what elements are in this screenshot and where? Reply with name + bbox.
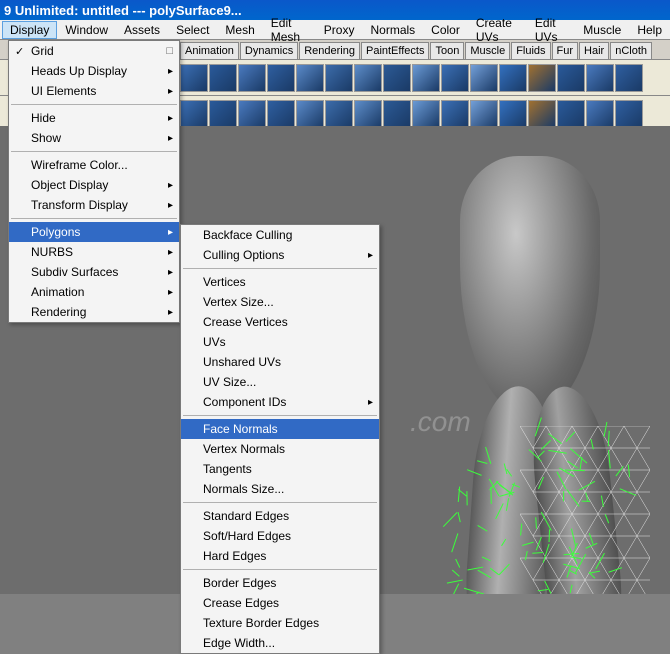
shelf-tab-toon[interactable]: Toon bbox=[430, 42, 464, 59]
shelf-icon[interactable] bbox=[557, 64, 585, 92]
menu-edit-uvs[interactable]: Edit UVs bbox=[527, 14, 575, 46]
shelf-icon[interactable] bbox=[470, 100, 498, 128]
menu-item-culling-options[interactable]: Culling Options bbox=[181, 245, 379, 265]
shelf-tab-rendering[interactable]: Rendering bbox=[299, 42, 360, 59]
shelf-tab-hair[interactable]: Hair bbox=[579, 42, 609, 59]
menu-item-grid[interactable]: Grid bbox=[9, 41, 179, 61]
menu-item-show[interactable]: Show bbox=[9, 128, 179, 148]
menu-display[interactable]: Display bbox=[2, 21, 57, 39]
shelf-tab-muscle[interactable]: Muscle bbox=[465, 42, 510, 59]
mesh-polysurface9[interactable] bbox=[400, 156, 660, 594]
menu-edit-mesh[interactable]: Edit Mesh bbox=[263, 14, 316, 46]
menu-item-polygons[interactable]: Polygons bbox=[9, 222, 179, 242]
menu-select[interactable]: Select bbox=[168, 21, 217, 39]
menu-item-hide[interactable]: Hide bbox=[9, 108, 179, 128]
shelf-icon[interactable] bbox=[470, 64, 498, 92]
menu-assets[interactable]: Assets bbox=[116, 21, 168, 39]
shelf-icon[interactable] bbox=[412, 64, 440, 92]
wireframe-overlay bbox=[520, 426, 650, 594]
shelf-icon[interactable] bbox=[325, 64, 353, 92]
menu-normals[interactable]: Normals bbox=[362, 21, 423, 39]
shelf-tab-dynamics[interactable]: Dynamics bbox=[240, 42, 298, 59]
shelf-icon[interactable] bbox=[557, 100, 585, 128]
watermark-text: .com bbox=[410, 406, 471, 438]
menu-create-uvs[interactable]: Create UVs bbox=[468, 14, 527, 46]
shelf-icon[interactable] bbox=[499, 64, 527, 92]
shelf-icon[interactable] bbox=[238, 64, 266, 92]
shelf-icon[interactable] bbox=[354, 64, 382, 92]
menu-item-rendering[interactable]: Rendering bbox=[9, 302, 179, 322]
menu-item-object-display[interactable]: Object Display bbox=[9, 175, 179, 195]
menu-item-nurbs[interactable]: NURBS bbox=[9, 242, 179, 262]
menu-window[interactable]: Window bbox=[57, 21, 116, 39]
menu-help[interactable]: Help bbox=[629, 21, 670, 39]
shelf-icon[interactable] bbox=[528, 64, 556, 92]
menu-item-standard-edges[interactable]: Standard Edges bbox=[181, 506, 379, 526]
shelf-icon[interactable] bbox=[238, 100, 266, 128]
menu-mesh[interactable]: Mesh bbox=[217, 21, 262, 39]
menu-item-animation[interactable]: Animation bbox=[9, 282, 179, 302]
shelf-tab-fur[interactable]: Fur bbox=[552, 42, 579, 59]
shelf-icon[interactable] bbox=[586, 100, 614, 128]
menu-item-crease-vertices[interactable]: Crease Vertices bbox=[181, 312, 379, 332]
menu-item-hard-edges[interactable]: Hard Edges bbox=[181, 546, 379, 566]
shelf-tab-animation[interactable]: Animation bbox=[180, 42, 239, 59]
menu-item-uvs[interactable]: UVs bbox=[181, 332, 379, 352]
shelf-icon[interactable] bbox=[209, 100, 237, 128]
shelf-icon[interactable] bbox=[383, 100, 411, 128]
menu-item-vertex-size[interactable]: Vertex Size... bbox=[181, 292, 379, 312]
shelf-icon[interactable] bbox=[296, 100, 324, 128]
shelf-icon[interactable] bbox=[267, 100, 295, 128]
menu-item-component-ids[interactable]: Component IDs bbox=[181, 392, 379, 412]
menu-item-vertex-normals[interactable]: Vertex Normals bbox=[181, 439, 379, 459]
menu-item-normals-size[interactable]: Normals Size... bbox=[181, 479, 379, 499]
shelf-icon[interactable] bbox=[412, 100, 440, 128]
menu-item-soft-hard-edges[interactable]: Soft/Hard Edges bbox=[181, 526, 379, 546]
menu-item-edge-width[interactable]: Edge Width... bbox=[181, 633, 379, 653]
menu-item-wireframe-color[interactable]: Wireframe Color... bbox=[9, 155, 179, 175]
menu-color[interactable]: Color bbox=[423, 21, 468, 39]
menu-item-face-normals[interactable]: Face Normals bbox=[181, 419, 379, 439]
shelf-icon[interactable] bbox=[180, 64, 208, 92]
menu-item-tangents[interactable]: Tangents bbox=[181, 459, 379, 479]
shelf-icon[interactable] bbox=[180, 100, 208, 128]
menu-item-texture-border-edges[interactable]: Texture Border Edges bbox=[181, 613, 379, 633]
display-menu-dropdown: GridHeads Up DisplayUI Elements HideShow W… bbox=[8, 40, 180, 323]
menu-item-crease-edges[interactable]: Crease Edges bbox=[181, 593, 379, 613]
shelf-icon[interactable] bbox=[528, 100, 556, 128]
menu-item-transform-display[interactable]: Transform Display bbox=[9, 195, 179, 215]
shelf-icon[interactable] bbox=[615, 100, 643, 128]
shelf-icon[interactable] bbox=[325, 100, 353, 128]
menu-item-uv-size[interactable]: UV Size... bbox=[181, 372, 379, 392]
polygons-submenu-dropdown: Backface CullingCulling OptionsVerticesV… bbox=[180, 224, 380, 654]
shelf-icon[interactable] bbox=[586, 64, 614, 92]
menu-item-subdiv-surfaces[interactable]: Subdiv Surfaces bbox=[9, 262, 179, 282]
menu-bar: DisplayWindowAssetsSelectMeshEdit MeshPr… bbox=[0, 20, 670, 40]
menu-item-ui-elements[interactable]: UI Elements bbox=[9, 81, 179, 101]
shelf-icon[interactable] bbox=[354, 100, 382, 128]
shelf-icon[interactable] bbox=[296, 64, 324, 92]
title-text: 9 Unlimited: untitled --- polySurface9..… bbox=[4, 3, 242, 18]
shelf-tab-fluids[interactable]: Fluids bbox=[511, 42, 550, 59]
shelf-icon[interactable] bbox=[441, 64, 469, 92]
shelf-icon[interactable] bbox=[499, 100, 527, 128]
menu-item-heads-up-display[interactable]: Heads Up Display bbox=[9, 61, 179, 81]
shelf-icon[interactable] bbox=[209, 64, 237, 92]
menu-muscle[interactable]: Muscle bbox=[575, 21, 629, 39]
menu-item-backface-culling[interactable]: Backface Culling bbox=[181, 225, 379, 245]
shelf-icon[interactable] bbox=[383, 64, 411, 92]
menu-proxy[interactable]: Proxy bbox=[316, 21, 363, 39]
shelf-tab-painteffects[interactable]: PaintEffects bbox=[361, 42, 430, 59]
menu-item-unshared-uvs[interactable]: Unshared UVs bbox=[181, 352, 379, 372]
shelf-icon[interactable] bbox=[267, 64, 295, 92]
menu-item-vertices[interactable]: Vertices bbox=[181, 272, 379, 292]
shelf-tab-ncloth[interactable]: nCloth bbox=[610, 42, 652, 59]
shelf-icon[interactable] bbox=[615, 64, 643, 92]
menu-item-border-edges[interactable]: Border Edges bbox=[181, 573, 379, 593]
shelf-icon[interactable] bbox=[441, 100, 469, 128]
